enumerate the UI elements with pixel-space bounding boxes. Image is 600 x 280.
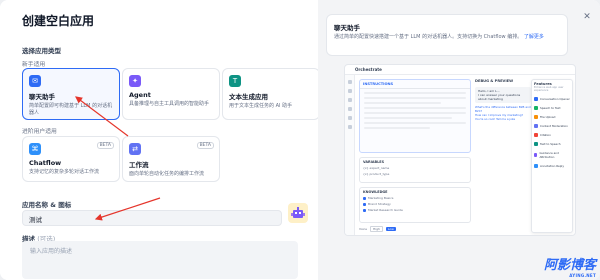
- watermark: 阿影博客 AYING.NET: [544, 254, 596, 278]
- card-agent[interactable]: ✦ Agent 具备推理与自主工具调用的智能助手: [122, 68, 220, 120]
- preview-info-desc: 通过简单的配置快速搭建一个基于 LLM 的对话机器人。支持切换为 Chatflo…: [334, 34, 560, 41]
- beta-badge: BETA: [196, 142, 214, 149]
- name-icon-label: 应用名称 & 图标: [22, 201, 72, 209]
- text-icon: T: [229, 75, 241, 87]
- watermark-text: 阿影博客: [543, 258, 596, 273]
- preview-features-panel: Features Enhance web app user experience…: [531, 79, 573, 233]
- feature-item: File Upload: [534, 115, 570, 119]
- card-title: Agent: [129, 91, 151, 99]
- card-title: 工作流: [129, 161, 149, 169]
- preview-variables-title: VARIABLES: [363, 159, 385, 164]
- description-textarea[interactable]: 输入应用的描述: [22, 241, 298, 279]
- preview-info-text: 通过简单的配置快速搭建一个基于 LLM 的对话机器人。支持切换为 Chatflo…: [334, 34, 523, 40]
- workflow-icon: ⇄: [129, 143, 141, 155]
- app-type-label: 选择应用类型: [22, 47, 61, 55]
- preview-variables: VARIABLES {x} expert_name {x} product_ty…: [359, 157, 471, 183]
- card-title: Chatflow: [29, 159, 62, 167]
- preview-topbar: Orchestrate: [345, 65, 575, 75]
- preview-debug-title: DEBUG & PREVIEW: [475, 79, 514, 83]
- card-desc: 具备推理与自主工具调用的智能助手: [129, 101, 210, 107]
- card-workflow[interactable]: ⇄ BETA 工作流 面向单轮自动化任务的编排工作流: [122, 136, 220, 182]
- card-title: 聊天助手: [29, 93, 55, 101]
- chatflow-icon: ⌘: [29, 143, 41, 155]
- learn-more-link[interactable]: 了解更多: [524, 34, 544, 40]
- beginner-label: 新手适用: [22, 62, 46, 68]
- preview-knowledge-title: KNOWLEDGE: [363, 189, 388, 194]
- preview-info-title: 聊天助手: [334, 24, 360, 32]
- low-button: Low: [385, 227, 396, 231]
- robot-icon: [291, 207, 305, 218]
- feature-item: Guidance and Attribution: [534, 151, 570, 159]
- feature-item: Citation: [534, 133, 570, 137]
- agent-icon: ✦: [129, 75, 141, 87]
- chat-bubble: Hello, I am L... I can answer your quest…: [475, 87, 531, 103]
- voice-label: Voice: [359, 227, 367, 231]
- app-preview-screenshot: Orchestrate INSTRUCTIONS VARIABLES {x} e…: [344, 64, 576, 236]
- preview-panel: ✕ 聊天助手 通过简单的配置快速搭建一个基于 LLM 的对话机器人。支持切换为 …: [318, 0, 600, 280]
- create-app-dialog: 创建空白应用 选择应用类型 新手适用 ✉ 聊天助手 简单配置即可构建基于 LLM…: [0, 0, 600, 280]
- card-desc: 支持记忆的复杂多轮对话工作流: [29, 169, 100, 175]
- advanced-label: 进阶用户适用: [22, 129, 57, 135]
- chat-bubble-icon: ✉: [29, 75, 41, 87]
- preview-bottom-bar: Voice High Low: [359, 225, 471, 233]
- app-icon-picker[interactable]: [288, 203, 308, 223]
- chat-suggestions: What's the difference between B2B and B2…: [475, 105, 531, 121]
- preview-instructions-title: INSTRUCTIONS: [360, 80, 470, 89]
- card-chat-assistant[interactable]: ✉ 聊天助手 简单配置即可构建基于 LLM 的对话机器人: [22, 68, 120, 120]
- features-desc: Enhance web app user experience: [534, 86, 564, 92]
- feature-item: Conversation Opener: [534, 97, 570, 101]
- feature-item: Content Moderation: [534, 124, 570, 128]
- preview-sidebar: [345, 75, 355, 235]
- feature-item: Text to Speech: [534, 142, 570, 146]
- form-panel: 创建空白应用 选择应用类型 新手适用 ✉ 聊天助手 简单配置即可构建基于 LLM…: [0, 0, 320, 280]
- preview-chat: DEBUG & PREVIEW Hello, I am L... I can a…: [475, 79, 531, 229]
- preview-instructions: INSTRUCTIONS: [359, 79, 471, 153]
- card-desc: 简单配置即可构建基于 LLM 的对话机器人: [29, 103, 113, 116]
- beta-badge: BETA: [96, 142, 114, 149]
- dialog-title: 创建空白应用: [22, 14, 95, 28]
- card-desc: 面向单轮自动化任务的编排工作流: [129, 171, 205, 177]
- app-name-input[interactable]: 测试: [22, 210, 282, 226]
- knowledge-item: Market Research Guide: [360, 207, 470, 213]
- card-title: 文本生成应用: [229, 93, 268, 101]
- preview-knowledge: KNOWLEDGE Marketing Basics Brand Strateg…: [359, 187, 471, 223]
- feature-item: Annotation Reply: [534, 164, 570, 168]
- card-text-generator[interactable]: T 文本生成应用 用于文本生成任务的 AI 助手: [222, 68, 320, 120]
- variable-item: {x} product_type: [363, 172, 390, 176]
- feature-item: Speech to Text: [534, 106, 570, 110]
- high-button: High: [369, 226, 383, 232]
- card-desc: 用于文本生成任务的 AI 助手: [229, 103, 293, 109]
- preview-info-card: 聊天助手 通过简单的配置快速搭建一个基于 LLM 的对话机器人。支持切换为 Ch…: [326, 14, 568, 56]
- close-icon[interactable]: ✕: [580, 10, 594, 24]
- watermark-sub: AYING.NET: [569, 273, 596, 278]
- card-chatflow[interactable]: ⌘ BETA Chatflow 支持记忆的复杂多轮对话工作流: [22, 136, 120, 182]
